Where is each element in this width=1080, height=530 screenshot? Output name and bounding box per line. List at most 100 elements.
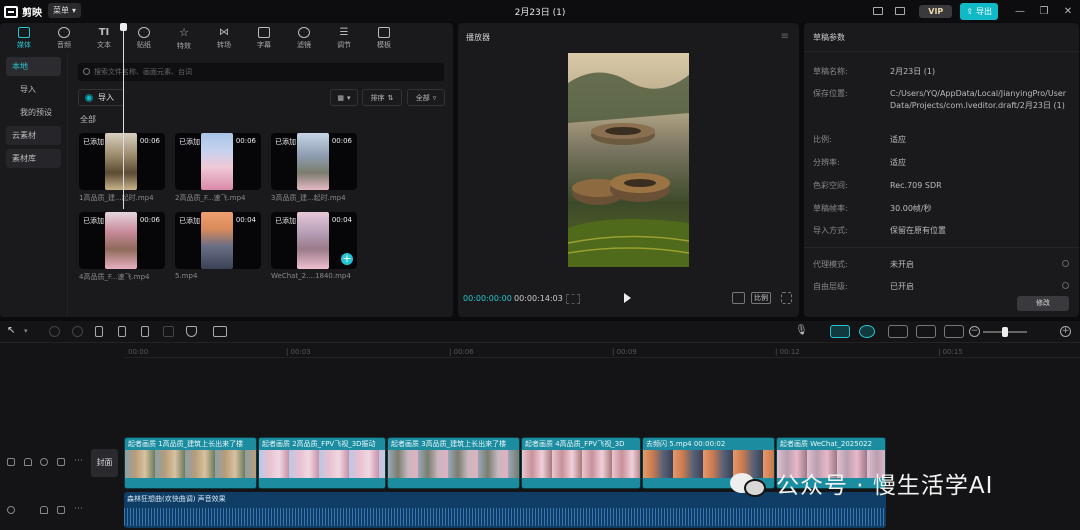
cover-button[interactable]: 封面 bbox=[91, 449, 118, 477]
microphone-icon[interactable]: 🎙 bbox=[795, 325, 808, 336]
playhead[interactable] bbox=[120, 23, 127, 209]
preview-screen[interactable] bbox=[568, 53, 689, 267]
clip-frames bbox=[259, 450, 385, 478]
speaker-icon[interactable] bbox=[57, 458, 65, 466]
timeline-video-clip[interactable]: 起者画质 3高品质_建筑上长出来了楼 bbox=[387, 437, 520, 489]
undo-icon[interactable] bbox=[49, 326, 60, 337]
media-clip[interactable]: 已添加 00:06 bbox=[175, 133, 261, 190]
fullscreen-icon[interactable] bbox=[781, 292, 792, 304]
delete-icon[interactable] bbox=[163, 326, 174, 337]
sliders-icon: ☰ bbox=[339, 26, 349, 38]
lock-icon[interactable] bbox=[40, 506, 48, 514]
modify-button[interactable]: 修改 bbox=[1017, 296, 1069, 311]
vip-badge[interactable]: VIP bbox=[919, 4, 953, 18]
add-to-timeline-icon[interactable]: + bbox=[341, 253, 353, 265]
tab-effects[interactable]: ☆ 特效 bbox=[164, 23, 204, 53]
auto-snap-icon[interactable] bbox=[859, 325, 875, 338]
grid-icon[interactable] bbox=[566, 294, 580, 304]
layout-icon[interactable] bbox=[873, 7, 884, 15]
audio-waveform bbox=[124, 508, 886, 526]
sidebar-item-presets[interactable]: 我的预设 bbox=[6, 103, 61, 122]
tab-text[interactable]: TI 文本 bbox=[84, 23, 124, 53]
play-icon[interactable] bbox=[624, 293, 631, 303]
search-input[interactable]: 搜索文件名称、画面元素、台词 bbox=[78, 63, 444, 81]
tab-adjust[interactable]: ☰ 调节 bbox=[324, 23, 364, 53]
time-ruler[interactable]: 00:00 | 00:03 | 00:06 | 00:09 | 00:12 | … bbox=[124, 344, 1080, 358]
zoom-out-icon[interactable]: − bbox=[969, 326, 980, 337]
minimize-icon[interactable]: — bbox=[1013, 6, 1027, 17]
export-button[interactable]: ⇪ 导出 bbox=[960, 2, 998, 20]
row-value: 未开启 bbox=[890, 260, 914, 269]
row-value: Rec.709 SDR bbox=[890, 181, 942, 190]
trim-left-icon[interactable] bbox=[118, 326, 126, 337]
close-icon[interactable]: ✕ bbox=[1061, 6, 1075, 17]
ratio-button[interactable]: 比例 bbox=[751, 292, 771, 304]
mark-icon[interactable] bbox=[186, 326, 197, 337]
sidebar-item-cloud[interactable]: 云素材 bbox=[6, 126, 61, 145]
filter-button[interactable]: 全部 ▿ bbox=[407, 89, 445, 106]
zoom-slider-knob[interactable] bbox=[1002, 327, 1008, 337]
speaker-icon[interactable] bbox=[57, 506, 65, 514]
tab-template[interactable]: 模板 bbox=[364, 23, 404, 53]
chevron-down-icon[interactable]: ▾ bbox=[24, 327, 28, 335]
subtitle-track-icon[interactable] bbox=[944, 325, 964, 338]
help-icon[interactable] bbox=[1062, 282, 1069, 289]
sidebar-item-import[interactable]: 导入 bbox=[6, 80, 61, 99]
media-clip[interactable]: 已添加 00:06 bbox=[79, 212, 165, 269]
zoom-slider[interactable] bbox=[983, 327, 1027, 337]
menu-icon[interactable]: ≡ bbox=[781, 31, 789, 42]
chevron-down-icon: ▾ bbox=[347, 93, 351, 102]
screenshot-icon[interactable] bbox=[213, 326, 227, 337]
sidebar-item-local[interactable]: 本地 bbox=[6, 57, 61, 76]
timeline-video-clip[interactable]: 起者画质 2高品质_FPV飞视_3D振动 bbox=[258, 437, 386, 489]
shortcut-icon[interactable] bbox=[895, 7, 906, 15]
select-cursor-icon[interactable]: ↖ bbox=[7, 325, 15, 336]
sidebar-item-library[interactable]: 素材库 bbox=[6, 149, 61, 168]
tab-subtitle[interactable]: 字幕 bbox=[244, 23, 284, 53]
help-icon[interactable] bbox=[1062, 260, 1069, 267]
media-clip[interactable]: 已添加 00:04 + bbox=[271, 212, 357, 269]
clip-thumbnail bbox=[105, 133, 137, 190]
tab-sticker[interactable]: 贴纸 bbox=[124, 23, 164, 53]
tab-media[interactable]: 媒体 bbox=[4, 23, 44, 53]
lock-icon[interactable] bbox=[24, 458, 32, 466]
view-toggle[interactable]: ▦ ▾ bbox=[330, 89, 358, 106]
ruler-tick: | 00:06 bbox=[449, 348, 474, 356]
media-clip[interactable]: 已添加 00:04 bbox=[175, 212, 261, 269]
tab-audio[interactable]: 音频 bbox=[44, 23, 84, 53]
media-clip[interactable]: 已添加 00:06 bbox=[79, 133, 165, 190]
main-track-magnet-icon[interactable] bbox=[830, 325, 850, 338]
clip-name: 5.mp4 bbox=[175, 272, 198, 280]
ruler-tick: | 00:15 bbox=[938, 348, 963, 356]
track-toggle-icon[interactable] bbox=[7, 458, 15, 466]
subtitle-icon bbox=[258, 26, 270, 38]
star-icon: ☆ bbox=[179, 25, 189, 39]
timeline-video-clip[interactable]: 起者画质 4高品质_FPV飞视_3D bbox=[521, 437, 641, 489]
maximize-icon[interactable]: ❐ bbox=[1037, 6, 1051, 17]
clip-name: 3高品质_建...起时.mp4 bbox=[271, 194, 346, 202]
tab-filter[interactable]: 滤镜 bbox=[284, 23, 324, 53]
watermark: 公众号 · 慢生活学AI bbox=[730, 466, 993, 500]
menu-button[interactable]: 菜单 ▾ bbox=[48, 3, 82, 18]
row-value: 保留在原有位置 bbox=[890, 226, 946, 235]
text-icon: TI bbox=[98, 26, 110, 38]
redo-icon[interactable] bbox=[72, 326, 83, 337]
fullscreen-frame-icon[interactable] bbox=[732, 292, 745, 304]
ruler-tick: 00:00 bbox=[128, 348, 149, 356]
more-icon[interactable]: ⋯ bbox=[74, 504, 83, 514]
audio-toggle-icon[interactable] bbox=[7, 506, 15, 514]
media-clip[interactable]: 已添加 00:06 bbox=[271, 133, 357, 190]
total-timecode: 00:00:14:03 bbox=[514, 294, 563, 303]
import-button[interactable]: 导入 bbox=[78, 89, 124, 106]
timeline-video-clip[interactable]: 起者画质 1高品质_建筑上长出来了楼 bbox=[124, 437, 257, 489]
preview-axis-icon[interactable] bbox=[916, 325, 936, 338]
draft-title: 草稿参数 bbox=[813, 33, 845, 42]
zoom-in-icon[interactable]: + bbox=[1060, 326, 1071, 337]
tab-transition[interactable]: ⋈ 转场 bbox=[204, 23, 244, 53]
trim-right-icon[interactable] bbox=[141, 326, 149, 337]
link-icon[interactable] bbox=[888, 325, 908, 338]
more-icon[interactable]: ⋯ bbox=[74, 456, 83, 466]
sort-button[interactable]: 排序 ⇅ bbox=[362, 89, 402, 106]
split-icon[interactable] bbox=[95, 326, 103, 337]
eye-icon[interactable] bbox=[40, 458, 48, 466]
